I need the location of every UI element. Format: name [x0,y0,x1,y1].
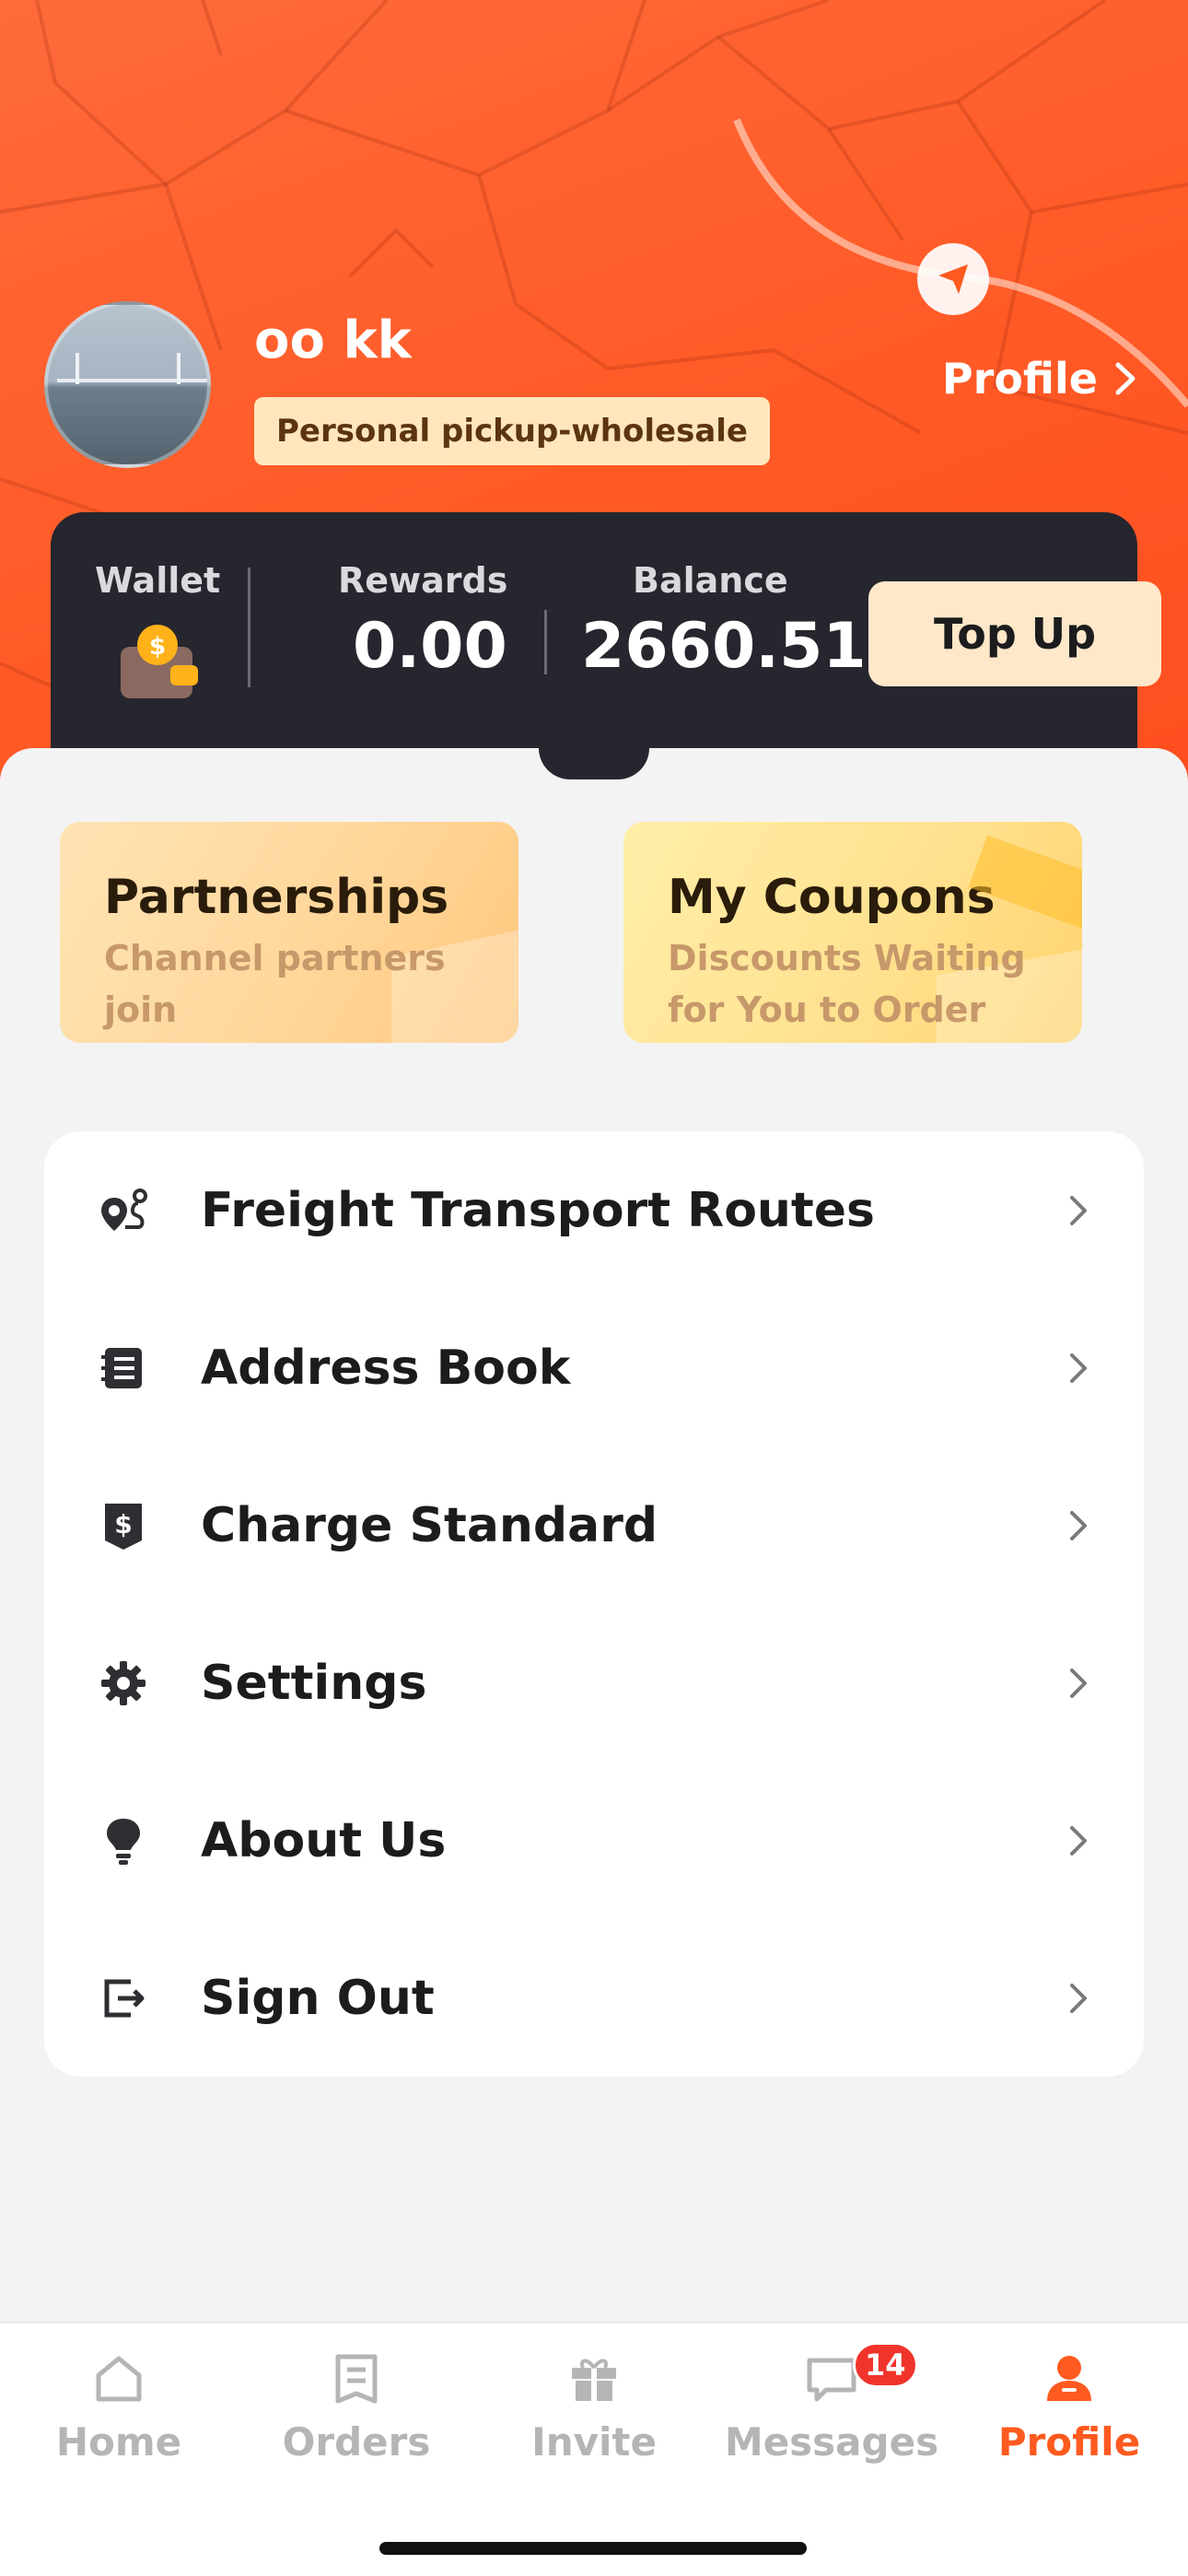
menu-item-label: Sign Out [201,1970,435,2026]
my-coupons-card[interactable]: My Coupons Discounts Waiting for You to … [623,822,1082,1043]
sign-out-icon [96,1971,151,2026]
menu-item-about-us[interactable]: About Us [44,1762,1144,1919]
tab-label: Orders [282,2419,431,2465]
lightbulb-icon [96,1813,151,1868]
role-badge: Personal pickup-wholesale [254,397,770,465]
tab-label: Messages [724,2419,939,2465]
profile-link[interactable]: Profile [942,354,1136,404]
menu-item-sign-out[interactable]: Sign Out [44,1919,1144,2077]
menu-item-settings[interactable]: Settings [44,1604,1144,1762]
wallet-card: Wallet $ Rewards 0.00 Balance 2660.51 To… [51,512,1161,789]
menu-list: Freight Transport Routes Address Book $ … [44,1131,1144,2077]
partnerships-card[interactable]: Partnerships Channel partners join [60,822,518,1043]
message-icon [802,2349,861,2408]
chevron-right-icon [1070,1825,1087,1856]
tab-orders[interactable]: Orders [238,2349,475,2488]
menu-item-label: Settings [201,1655,427,1711]
chevron-right-icon [1070,1510,1087,1540]
unread-badge: 14 [853,2342,918,2388]
avatar[interactable] [44,301,211,468]
menu-item-label: About Us [201,1812,447,1868]
orders-icon [327,2349,386,2408]
chevron-right-icon [1070,1195,1087,1225]
chevron-right-icon [1115,362,1136,395]
tab-bar: Home Orders Invite 14 Messages Profile [0,2322,1188,2576]
address-book-icon [96,1341,151,1396]
home-icon [89,2349,148,2408]
person-icon [1040,2349,1099,2408]
tab-profile[interactable]: Profile [950,2349,1188,2488]
rewards-value[interactable]: 0.00 [353,610,507,683]
divider [248,568,250,687]
tab-label: Home [55,2419,182,2465]
promo-title: Partnerships [104,870,449,925]
menu-item-label: Charge Standard [201,1497,658,1553]
chevron-right-icon [1070,1983,1087,2013]
menu-item-label: Address Book [201,1340,571,1396]
paper-plane-icon [917,243,989,315]
tab-label: Profile [997,2419,1141,2465]
top-up-button[interactable]: Top Up [868,581,1161,686]
balance-value[interactable]: 2660.51 [581,610,867,683]
menu-item-label: Freight Transport Routes [201,1182,876,1238]
gear-icon [96,1656,151,1711]
wallet-notch [539,748,649,779]
wallet-label: Wallet [95,560,221,601]
route-pin-icon [96,1183,151,1238]
gift-icon [565,2349,623,2408]
tab-messages[interactable]: 14 Messages [713,2342,950,2488]
tab-home[interactable]: Home [0,2349,238,2488]
divider [544,610,547,674]
chevron-right-icon [1070,1352,1087,1383]
wallet-icon[interactable]: $ [117,621,200,700]
dollar-tag-icon: $ [96,1498,151,1553]
menu-item-address-book[interactable]: Address Book [44,1289,1144,1446]
promo-subtitle: Channel partners join [104,938,446,1030]
menu-item-freight-routes[interactable]: Freight Transport Routes [44,1131,1144,1289]
balance-label: Balance [633,560,788,601]
svg-text:$: $ [114,1509,132,1540]
chevron-right-icon [1070,1668,1087,1698]
home-indicator [379,2542,807,2555]
tab-label: Invite [531,2419,657,2465]
menu-item-charge-standard[interactable]: $ Charge Standard [44,1446,1144,1604]
rewards-label: Rewards [338,560,508,601]
promo-subtitle: Discounts Waiting for You to Order [668,938,1026,1030]
svg-text:$: $ [149,633,166,661]
profile-link-label: Profile [941,354,1098,404]
tab-invite[interactable]: Invite [475,2349,713,2488]
username: oo kk [254,310,412,370]
